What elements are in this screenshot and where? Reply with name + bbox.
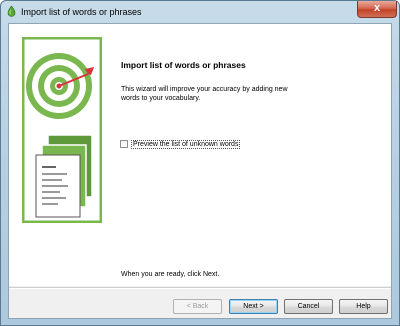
app-icon <box>7 6 16 17</box>
cancel-button[interactable]: Cancel <box>284 299 333 314</box>
wizard-illustration <box>22 37 102 223</box>
page-heading: Import list of words or phrases <box>121 60 246 70</box>
close-icon: x <box>373 2 381 14</box>
close-button[interactable]: x <box>357 1 397 18</box>
next-button[interactable]: Next > <box>229 299 278 314</box>
documents-icon <box>35 134 93 218</box>
help-button[interactable]: Help <box>339 299 388 314</box>
window-title: Import list of words or phrases <box>21 7 142 17</box>
back-button[interactable]: < Back <box>173 299 222 314</box>
preview-unknown-words-checkbox[interactable] <box>120 140 128 148</box>
wizard-client-area: Import list of words or phrases This wiz… <box>8 23 392 319</box>
button-separator <box>9 287 391 289</box>
page-description: This wizard will improve your accuracy b… <box>121 86 288 102</box>
title-bar[interactable]: Import list of words or phrases x <box>1 1 399 23</box>
preview-unknown-words-label[interactable]: Preview the list of unknown words <box>131 139 241 149</box>
wizard-window: Import list of words or phrases x Import… <box>0 0 400 326</box>
preview-unknown-words-option[interactable]: Preview the list of unknown words <box>120 139 241 149</box>
wizard-page: Import list of words or phrases This wiz… <box>9 24 391 286</box>
ready-instruction: When you are ready, click Next. <box>121 271 220 278</box>
